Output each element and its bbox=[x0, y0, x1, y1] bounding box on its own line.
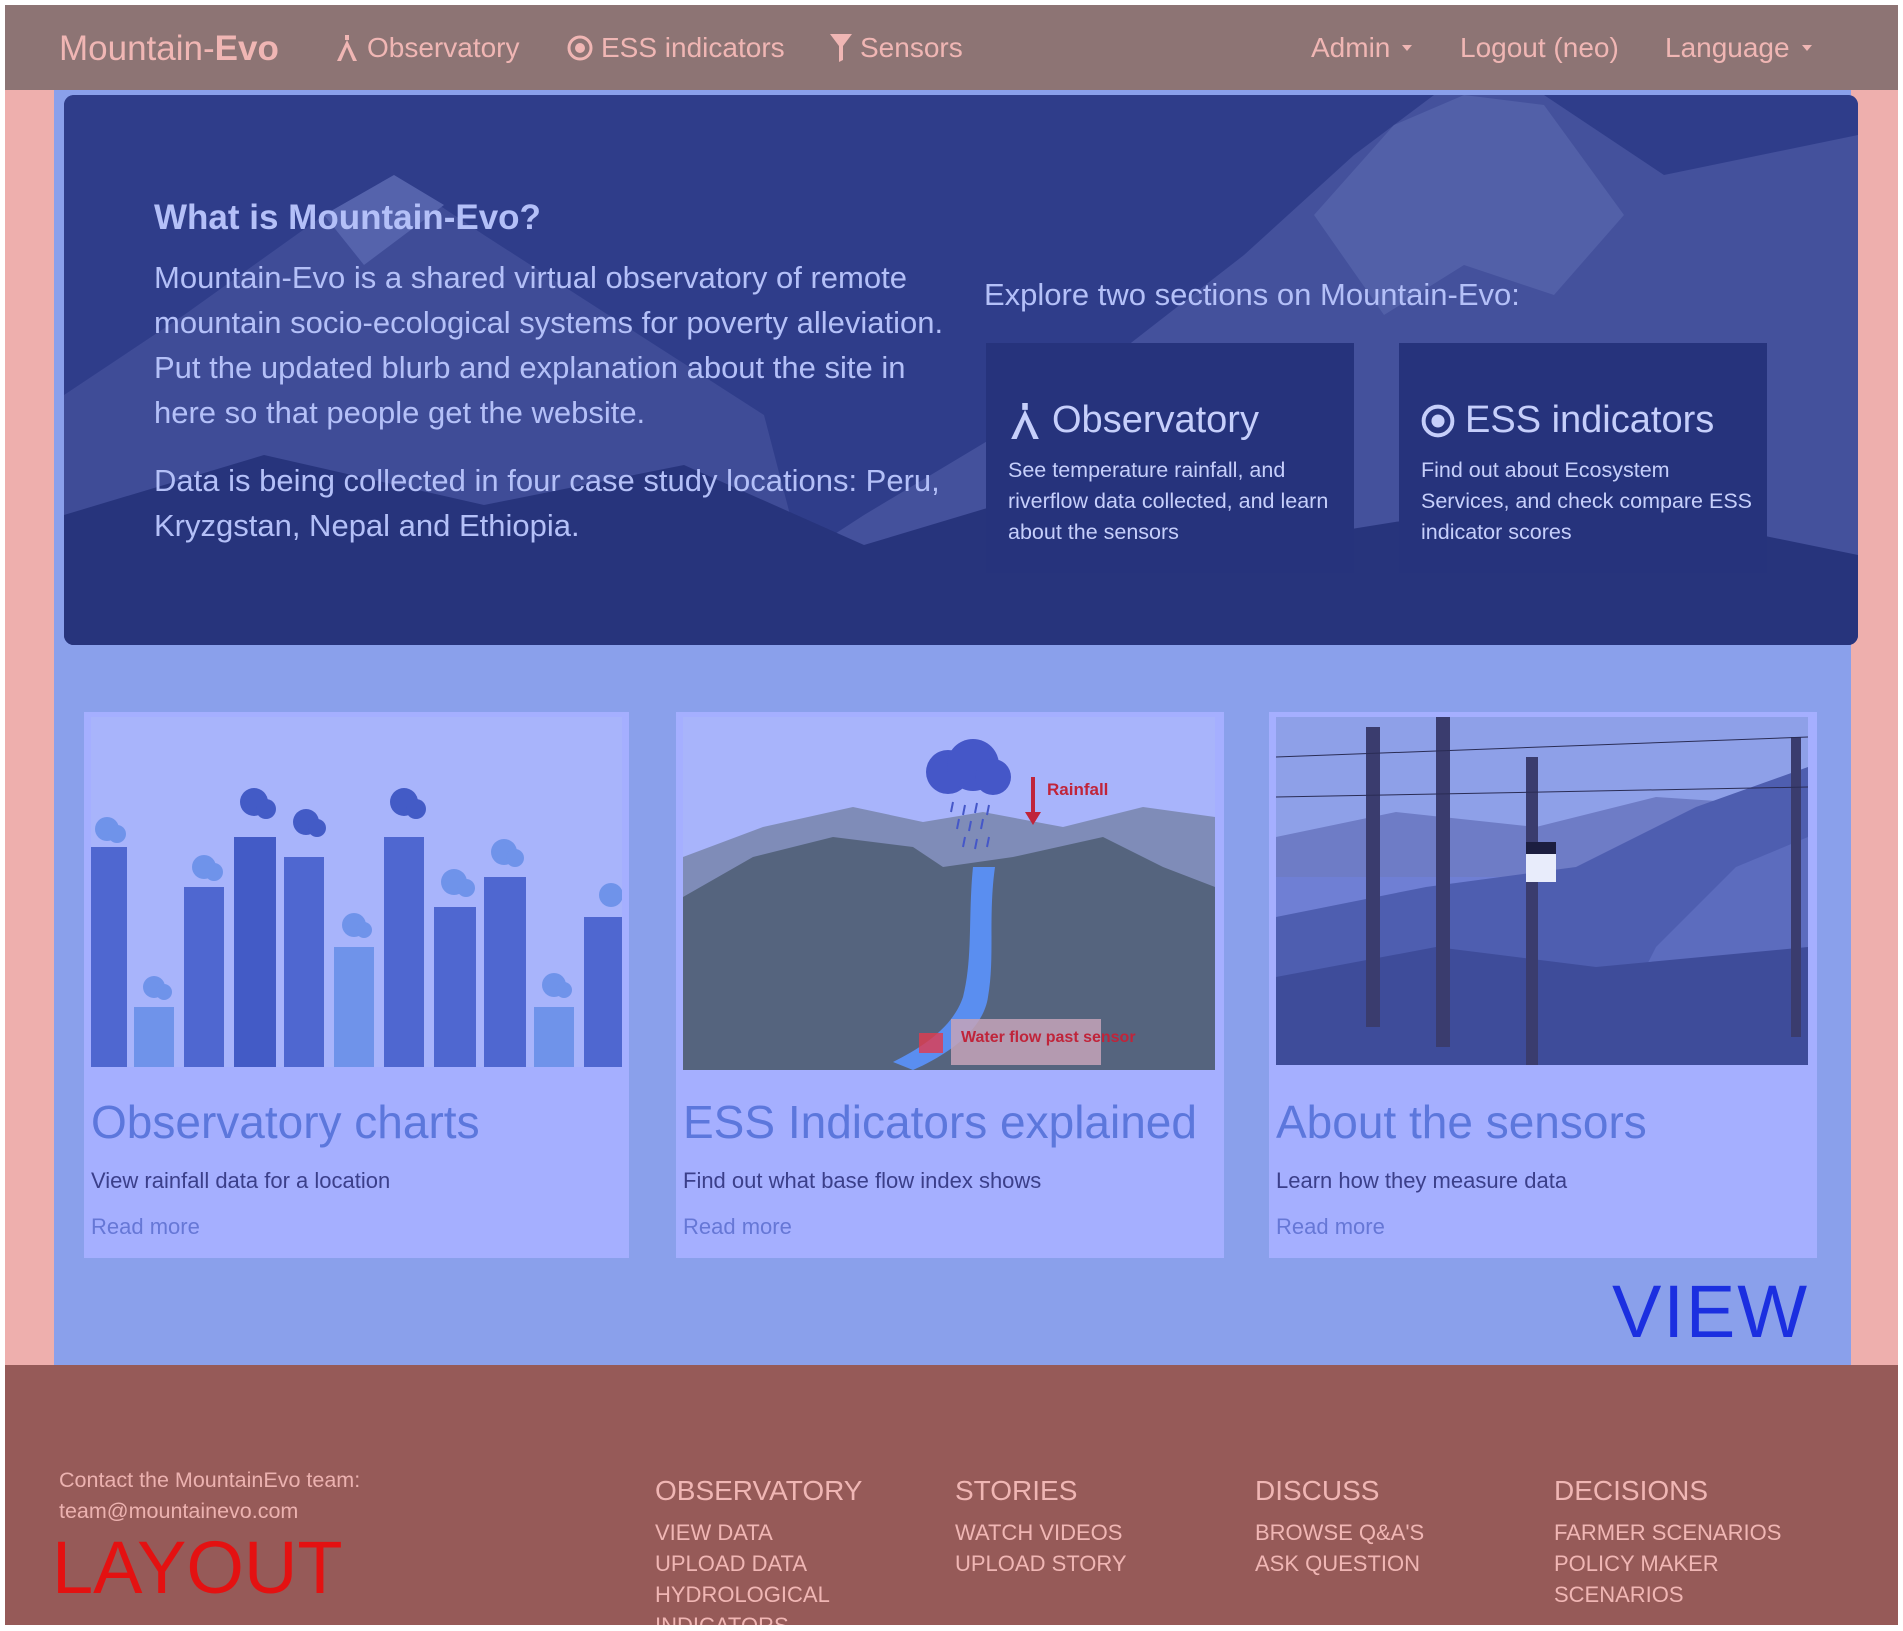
hero-title: What is Mountain-Evo? bbox=[154, 198, 541, 237]
footer-link[interactable]: BROWSE Q&A'S bbox=[1255, 1517, 1495, 1548]
footer-column-decisions: DECISIONS FARMER SCENARIOS POLICY MAKER … bbox=[1554, 1475, 1794, 1610]
footer-link[interactable]: WATCH VIDEOS bbox=[955, 1517, 1195, 1548]
hero-description: Mountain-Evo is a shared virtual observa… bbox=[154, 260, 944, 430]
nav-ess-indicators[interactable]: ESS indicators bbox=[567, 32, 785, 64]
footer-link[interactable]: VIEW DATA bbox=[655, 1517, 895, 1548]
nav-logout-label: Logout (neo) bbox=[1460, 32, 1619, 63]
nav-sensors-label: Sensors bbox=[860, 32, 963, 63]
nav-observatory[interactable]: Observatory bbox=[335, 32, 520, 64]
card-title: About the sensors bbox=[1276, 1096, 1647, 1148]
caret-down-icon bbox=[1402, 45, 1413, 51]
read-more-link[interactable]: Read more bbox=[683, 1214, 792, 1240]
card-observatory-charts[interactable]: Observatory charts View rainfall data fo… bbox=[84, 712, 629, 1258]
footer-heading: STORIES bbox=[955, 1475, 1078, 1506]
nav-language-label: Language bbox=[1665, 32, 1790, 63]
section-card-description: See temperature rainfall, and riverflow … bbox=[1008, 458, 1329, 544]
footer-column-discuss: DISCUSS BROWSE Q&A'S ASK QUESTION bbox=[1255, 1475, 1495, 1579]
rainfall-label: Rainfall bbox=[1047, 780, 1108, 799]
footer-link[interactable]: ASK QUESTION bbox=[1255, 1548, 1495, 1579]
footer-link[interactable]: UPLOAD DATA bbox=[655, 1548, 895, 1579]
explore-heading: Explore two sections on Mountain-Evo: bbox=[984, 277, 1520, 312]
view-region-label: VIEW bbox=[1612, 1270, 1810, 1353]
footer-link[interactable]: FARMER SCENARIOS bbox=[1554, 1517, 1794, 1548]
observatory-icon bbox=[337, 35, 357, 61]
section-card-description: Find out about Ecosystem Services, and c… bbox=[1421, 458, 1753, 544]
card-about-the-sensors[interactable]: About the sensors Learn how they measure… bbox=[1269, 712, 1817, 1258]
footer: Contact the MountainEvo team: team@mount… bbox=[5, 1365, 1898, 1625]
footer-link[interactable]: POLICY MAKER SCENARIOS bbox=[1554, 1548, 1794, 1610]
section-card-title: Observatory bbox=[1008, 399, 1259, 442]
card-ess-indicators-explained[interactable]: Rainfall Water flow past sensor ESS Indi… bbox=[676, 712, 1224, 1258]
footer-link[interactable]: UPLOAD STORY bbox=[955, 1548, 1195, 1579]
section-card-title-label: Observatory bbox=[1052, 399, 1259, 441]
nav-language-dropdown[interactable]: Language bbox=[1665, 32, 1812, 64]
hero-locations-text: Data is being collected in four case stu… bbox=[154, 463, 940, 543]
card-description: Find out what base flow index shows bbox=[683, 1168, 1042, 1193]
nav-admin-dropdown[interactable]: Admin bbox=[1311, 32, 1413, 64]
read-more-link[interactable]: Read more bbox=[91, 1214, 200, 1240]
sensor-photo bbox=[1276, 717, 1808, 1065]
card-title: Observatory charts bbox=[91, 1096, 480, 1148]
section-card-title-label: ESS indicators bbox=[1465, 399, 1715, 441]
card-title: ESS Indicators explained bbox=[683, 1096, 1197, 1148]
contact-text: Contact the MountainEvo team: bbox=[59, 1468, 361, 1492]
footer-link[interactable]: HYDROLOGICAL INDICATORS bbox=[655, 1579, 895, 1625]
layout-frame: Mountain-Evo Observatory ESS indicators … bbox=[5, 5, 1898, 1625]
watershed-illustration: Rainfall Water flow past sensor bbox=[683, 717, 1215, 1070]
target-icon bbox=[567, 35, 593, 61]
caret-down-icon bbox=[1801, 45, 1812, 51]
section-card-ess-indicators[interactable]: ESS indicators Find out about Ecosystem … bbox=[1399, 343, 1767, 573]
contact-block: Contact the MountainEvo team: team@mount… bbox=[59, 1465, 389, 1527]
section-card-observatory[interactable]: Observatory See temperature rainfall, an… bbox=[986, 343, 1354, 573]
footer-column-stories: STORIES WATCH VIDEOS UPLOAD STORY bbox=[955, 1475, 1195, 1579]
footer-heading: OBSERVATORY bbox=[655, 1475, 863, 1506]
water-flow-label: Water flow past sensor bbox=[961, 1029, 1136, 1046]
read-more-link[interactable]: Read more bbox=[1276, 1214, 1385, 1240]
footer-column-observatory: OBSERVATORY VIEW DATA UPLOAD DATA HYDROL… bbox=[655, 1475, 895, 1625]
nav-sensors[interactable]: Sensors bbox=[830, 32, 963, 64]
nav-ess-indicators-label: ESS indicators bbox=[601, 32, 785, 63]
navbar: Mountain-Evo Observatory ESS indicators … bbox=[5, 5, 1898, 90]
brand-logo[interactable]: Mountain-Evo bbox=[59, 29, 279, 69]
nav-admin-label: Admin bbox=[1311, 32, 1391, 63]
hero-banner: What is Mountain-Evo? Mountain-Evo is a … bbox=[64, 95, 1858, 645]
card-description: Learn how they measure data bbox=[1276, 1168, 1568, 1193]
section-card-title: ESS indicators bbox=[1421, 399, 1714, 442]
rainfall-bars-illustration bbox=[91, 717, 622, 1067]
funnel-icon bbox=[830, 34, 852, 62]
footer-heading: DISCUSS bbox=[1255, 1475, 1380, 1506]
contact-email-link[interactable]: team@mountainevo.com bbox=[59, 1496, 389, 1527]
target-icon bbox=[1421, 404, 1455, 437]
nav-observatory-label: Observatory bbox=[367, 32, 520, 63]
nav-logout[interactable]: Logout (neo) bbox=[1460, 32, 1619, 64]
layout-region-label: LAYOUT bbox=[52, 1526, 343, 1609]
view-panel: What is Mountain-Evo? Mountain-Evo is a … bbox=[54, 90, 1858, 1365]
observatory-icon bbox=[1011, 402, 1039, 439]
card-description: View rainfall data for a location bbox=[91, 1168, 391, 1193]
footer-heading: DECISIONS bbox=[1554, 1475, 1709, 1506]
